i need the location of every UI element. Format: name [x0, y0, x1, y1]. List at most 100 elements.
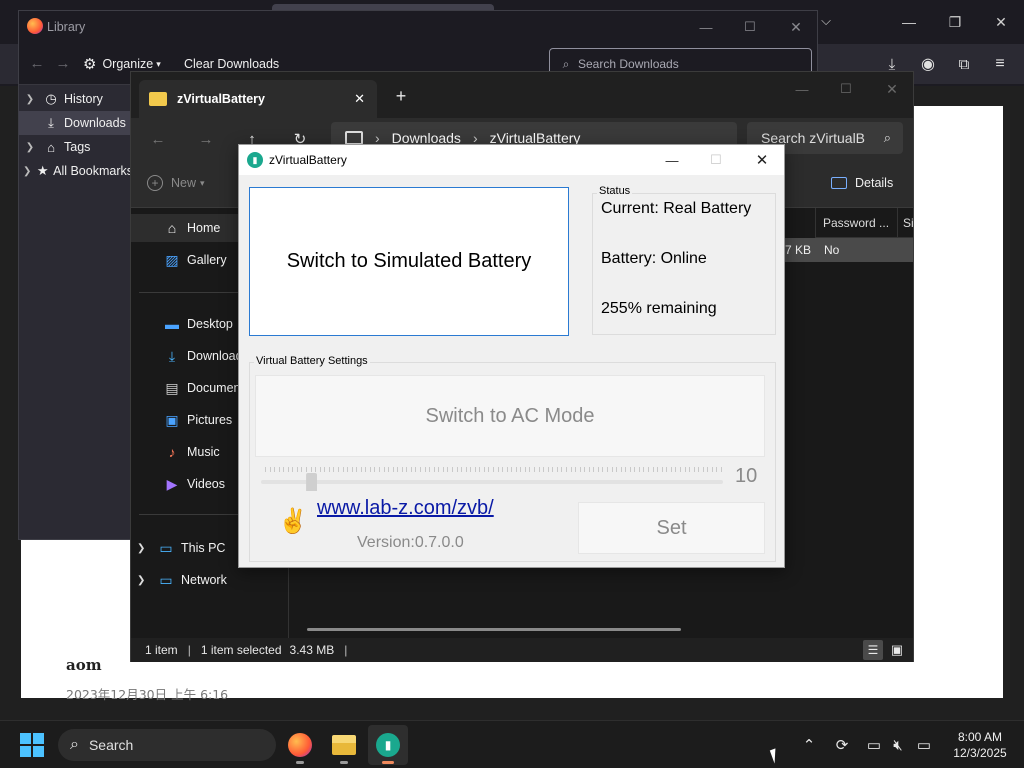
forward-icon[interactable]: → [53, 53, 73, 73]
tiles-view-icon[interactable]: ▣ [887, 640, 907, 660]
restore-icon[interactable]: ❐ [932, 2, 978, 42]
column-header-size[interactable]: Si [903, 216, 914, 230]
slider-tick [433, 467, 435, 472]
gallery-icon: ▨ [165, 251, 179, 268]
taskbar: ⌕ Search ▮ ⌃ ⟳ ▭ 🔇︎ ▭ 8:00 AM 12/3/2025 [0, 720, 1024, 768]
chevron-right-icon: ❯ [137, 542, 146, 554]
slider-tick [716, 467, 718, 472]
show-hidden-icons-icon[interactable]: ⌃ [797, 733, 821, 757]
slider-tick [488, 467, 490, 472]
explorer-status-bar: 1 item | 1 item selected 3.43 MB | ☰ ▣ [131, 638, 913, 662]
home-icon: ⌂ [167, 220, 177, 236]
nav-item-label: Gallery [187, 253, 227, 267]
slider-tick [547, 467, 549, 472]
switch-ac-mode-button[interactable]: Switch to AC Mode [255, 375, 765, 457]
library-item-tags[interactable]: ❯ ⌂ Tags [19, 135, 133, 159]
status-selected: 1 item selected [200, 643, 282, 657]
slider-tick [456, 467, 458, 472]
horizontal-scrollbar[interactable] [307, 628, 681, 631]
taskbar-file-explorer[interactable] [324, 725, 364, 765]
slider-tick [497, 467, 499, 472]
slider-tick [502, 467, 504, 472]
slider-tick [593, 467, 595, 472]
explorer-tab[interactable]: zVirtualBattery ✕ [139, 80, 377, 118]
slider-tick [397, 467, 399, 472]
library-item-label: All Bookmarks [53, 164, 133, 178]
taskbar-firefox[interactable] [280, 725, 320, 765]
explorer-close-icon[interactable]: ✕ [877, 76, 907, 102]
details-button[interactable]: Details [831, 176, 893, 190]
volume-muted-icon[interactable]: 🔇︎ [886, 733, 910, 757]
clock[interactable]: 8:00 AM 12/3/2025 [944, 729, 1016, 761]
library-title: Library [47, 20, 86, 34]
post-date: 2023年12月30日 上午 6:16 [66, 687, 229, 702]
slider-thumb[interactable] [306, 473, 318, 491]
nav-item-label: This PC [181, 541, 226, 555]
zvb-close-icon[interactable]: ✕ [749, 147, 775, 173]
zvb-minimize-icon[interactable]: — [659, 147, 685, 173]
details-view-icon[interactable]: ☰ [863, 640, 883, 660]
back-icon[interactable]: ← [147, 128, 169, 150]
computer-icon: ▭ [159, 539, 173, 556]
back-icon[interactable]: ← [27, 53, 47, 73]
taskbar-zvirtualbattery[interactable]: ▮ [368, 725, 408, 765]
library-item-history[interactable]: ❯ ◷ History [19, 87, 133, 111]
library-sidebar: ❯ ◷ History ⤓ Downloads ❯ ⌂ Tags ❯ ★ All… [19, 85, 133, 539]
nav-item-network[interactable]: ❯ ▭ Network [137, 566, 289, 594]
library-item-downloads[interactable]: ⤓ Downloads [19, 111, 133, 135]
slider-tick [506, 467, 508, 472]
folder-icon [149, 92, 167, 106]
zvb-titlebar: ▮ zVirtualBattery — ☐ ✕ [239, 145, 784, 175]
sync-icon[interactable]: ⟳ [830, 733, 854, 757]
battery-icon[interactable]: ▭ [912, 733, 936, 757]
library-maximize-icon[interactable]: ☐ [735, 13, 765, 41]
slider-tick [461, 467, 463, 472]
clear-downloads-button[interactable]: Clear Downloads [184, 57, 279, 71]
set-button[interactable]: Set [578, 502, 765, 554]
account-icon[interactable]: ◉ [916, 52, 940, 76]
taskbar-search[interactable]: ⌕ Search [58, 729, 276, 761]
slider-tick [666, 467, 668, 472]
menu-icon[interactable]: ≡ [988, 52, 1012, 76]
slider-tick [570, 467, 572, 472]
slider-tick [556, 467, 558, 472]
slider-tick [442, 467, 444, 472]
slider-tick [301, 467, 303, 472]
nav-item-label: Desktop [187, 317, 233, 331]
slider-tick [552, 467, 554, 472]
website-link[interactable]: www.lab-z.com/zvb/ [317, 497, 494, 520]
status-legend: Status [597, 185, 633, 197]
explorer-maximize-icon[interactable]: ☐ [831, 76, 861, 102]
display-icon[interactable]: ▭ [862, 733, 886, 757]
nav-item-label: Pictures [187, 413, 233, 427]
column-divider [815, 208, 816, 238]
chevron-right-icon: ❯ [25, 141, 35, 153]
column-headers: Password ... Si [815, 208, 914, 238]
extensions-icon[interactable]: ⧉ [952, 52, 976, 76]
slider-tick [511, 467, 513, 472]
document-icon: ▤ [165, 379, 179, 396]
new-button[interactable]: + New ▾ [147, 175, 205, 191]
slider-tick [711, 467, 713, 472]
slider-tick [565, 467, 567, 472]
forward-icon[interactable]: → [195, 128, 217, 150]
library-minimize-icon[interactable]: — [691, 13, 721, 41]
tab-close-icon[interactable]: ✕ [354, 91, 365, 107]
switch-simulated-battery-button[interactable]: Switch to Simulated Battery [249, 187, 569, 336]
add-icon: + [147, 175, 163, 191]
close-icon[interactable]: ✕ [978, 2, 1024, 42]
slider-tick [597, 467, 599, 472]
battery-level-slider[interactable] [261, 467, 723, 491]
library-item-label: Downloads [64, 116, 126, 130]
slider-tick [652, 467, 654, 472]
minimize-icon[interactable]: — [886, 2, 932, 42]
slider-tick [524, 467, 526, 472]
new-label: New [171, 176, 197, 190]
column-header-password[interactable]: Password ... [823, 216, 889, 230]
new-tab-icon[interactable]: + [389, 84, 413, 108]
slider-tick [620, 467, 622, 472]
library-item-all-bookmarks[interactable]: ❯ ★ All Bookmarks [19, 159, 133, 183]
start-button[interactable] [20, 733, 44, 757]
explorer-minimize-icon[interactable]: — [787, 76, 817, 102]
library-close-icon[interactable]: ✕ [781, 13, 811, 41]
